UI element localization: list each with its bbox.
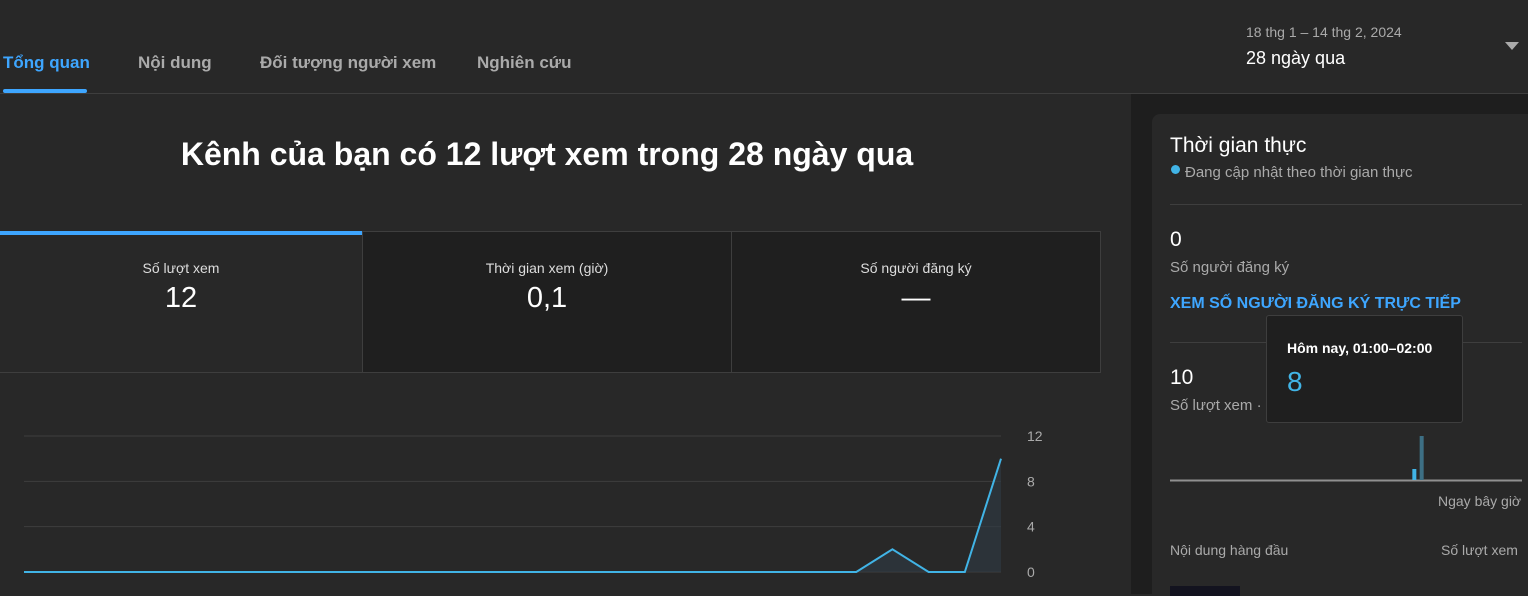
metric-card-views[interactable]: Số lượt xem 12 (0, 231, 362, 372)
live-subscriber-count-link[interactable]: XEM SỐ NGƯỜI ĐĂNG KÝ TRỰC TIẾP (1170, 295, 1461, 313)
top-content-header: Nội dung hàng đầu (1170, 542, 1289, 558)
realtime-subscribers-label: Số người đăng ký (1170, 259, 1290, 276)
date-range-label: 28 ngày qua (1246, 48, 1346, 68)
now-label: Ngay bây giờ (1438, 493, 1522, 509)
active-tab-indicator (3, 89, 87, 93)
realtime-bar-chart[interactable] (1170, 419, 1524, 484)
realtime-bar[interactable] (1419, 436, 1424, 480)
tab-research[interactable]: Nghiên cứu (477, 53, 571, 73)
series-area (24, 458, 1001, 572)
y-tick-label: 12 (1027, 428, 1043, 444)
tab-audience[interactable]: Đối tượng người xem (260, 53, 436, 73)
active-card-indicator (0, 231, 362, 235)
date-range-text: 18 thg 1 – 14 thg 2, 2024 (1246, 24, 1402, 40)
top-content-views-header: Số lượt xem (1441, 542, 1518, 558)
overview-main: Kênh của bạn có 12 lượt xem trong 28 ngà… (0, 94, 1131, 594)
realtime-bar[interactable] (1412, 469, 1417, 480)
metric-value: 0,1 (526, 282, 568, 314)
metric-value: 12 (164, 282, 198, 314)
metric-label: Số người đăng ký (860, 260, 972, 276)
views-line-chart[interactable]: 12 8 4 0 (0, 424, 1100, 594)
realtime-views-value: 10 (1170, 366, 1194, 389)
y-tick-label: 4 (1027, 519, 1035, 535)
live-dot-icon (1171, 165, 1180, 174)
metric-card-watch-time[interactable]: Thời gian xem (giờ) 0,1 (362, 232, 731, 372)
metric-card-subscribers[interactable]: Số người đăng ký — (731, 232, 1100, 372)
dropdown-arrow-icon[interactable] (1505, 42, 1519, 50)
divider (1170, 204, 1522, 205)
realtime-subtitle: Đang cập nhật theo thời gian thực (1185, 164, 1413, 181)
tab-overview[interactable]: Tổng quan (3, 53, 90, 73)
analytics-header: Tổng quan Nội dung Đối tượng người xem N… (0, 0, 1528, 94)
video-thumbnail[interactable] (1170, 586, 1240, 596)
metric-label: Thời gian xem (giờ) (485, 260, 609, 276)
series-line (24, 458, 1002, 573)
realtime-views-label: Số lượt xem · (1170, 397, 1262, 414)
realtime-subscribers-value: 0 (1170, 228, 1182, 251)
y-tick-label: 0 (1027, 564, 1035, 580)
chart-tooltip: Hôm nay, 01:00–02:00 8 (1266, 315, 1463, 423)
metric-cards: Số lượt xem 12 Thời gian xem (giờ) 0,1 S… (0, 231, 1101, 373)
tooltip-value: 8 (1287, 366, 1303, 397)
y-tick-label: 8 (1027, 473, 1035, 489)
tooltip-label: Hôm nay, 01:00–02:00 (1287, 340, 1433, 356)
tab-content[interactable]: Nội dung (138, 53, 212, 73)
metric-label: Số lượt xem (142, 260, 220, 276)
metric-value: — (901, 282, 931, 314)
overview-headline: Kênh của bạn có 12 lượt xem trong 28 ngà… (180, 136, 914, 172)
realtime-title: Thời gian thực (1170, 134, 1307, 157)
